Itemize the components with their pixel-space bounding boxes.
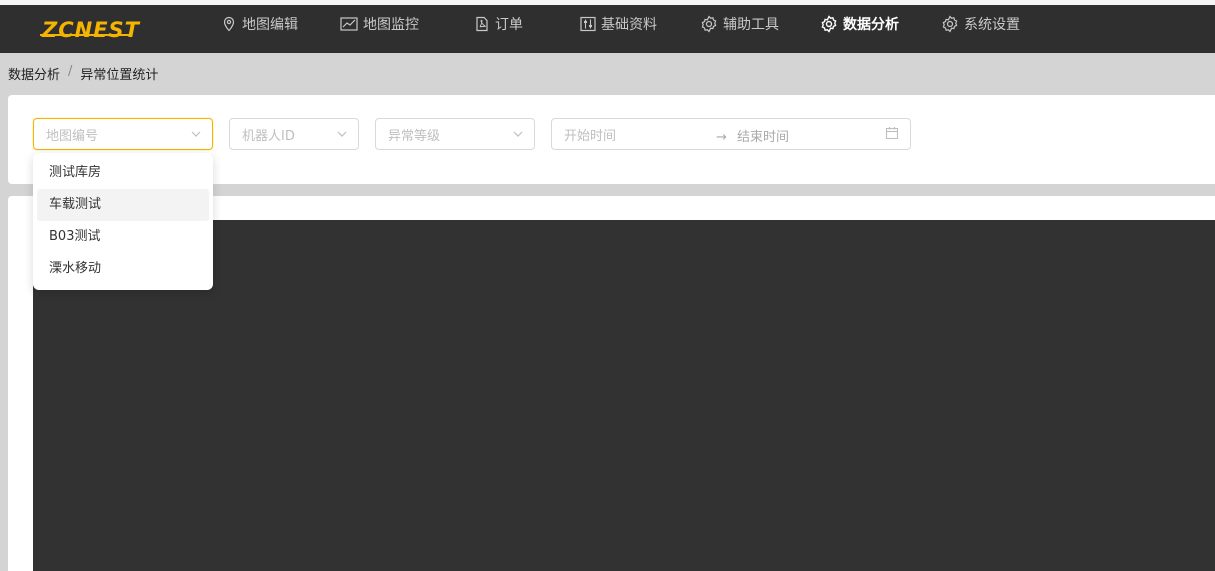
range-separator: → 结束时间 xyxy=(716,130,790,145)
document-icon xyxy=(474,16,490,32)
chart-line-icon xyxy=(340,16,358,32)
dropdown-option[interactable]: 溧水移动 xyxy=(37,253,209,285)
dropdown-option[interactable]: 车载测试 xyxy=(37,189,209,221)
chevron-down-icon xyxy=(336,128,348,144)
map-number-select[interactable]: 地图编号 xyxy=(33,118,213,150)
brand-logo[interactable]: ZCNEST xyxy=(42,18,140,42)
nav-item-map-edit[interactable]: 地图编辑 xyxy=(221,13,298,35)
anomaly-level-select[interactable]: 异常等级 xyxy=(375,118,535,150)
nav-label: 系统设置 xyxy=(964,17,1020,33)
logo-underline xyxy=(40,34,132,36)
sliders-icon xyxy=(580,16,596,32)
nav-item-orders[interactable]: 订单 xyxy=(474,13,523,35)
breadcrumb-current: 异常位置统计 xyxy=(80,68,159,83)
nav-item-map-monitor[interactable]: 地图监控 xyxy=(340,13,419,35)
chevron-down-icon xyxy=(512,128,524,144)
chevron-down-icon xyxy=(190,128,202,144)
nav-item-basic-data[interactable]: 基础资料 xyxy=(580,13,657,35)
select-placeholder: 地图编号 xyxy=(46,128,99,144)
nav-label: 地图编辑 xyxy=(242,17,298,33)
location-pin-icon xyxy=(221,16,237,32)
nav-label: 订单 xyxy=(495,17,523,33)
dropdown-option[interactable]: 测试库房 xyxy=(37,157,209,189)
end-time-input[interactable]: 结束时间 xyxy=(737,130,789,145)
select-placeholder: 机器人ID xyxy=(242,128,295,144)
calendar-icon[interactable] xyxy=(885,126,899,144)
nav-item-tools[interactable]: 辅助工具 xyxy=(700,13,779,35)
nav-label: 辅助工具 xyxy=(723,17,779,33)
nav-item-system-settings[interactable]: 系统设置 xyxy=(941,13,1020,35)
breadcrumb-separator: / xyxy=(68,64,73,79)
dropdown-option[interactable]: B03测试 xyxy=(37,221,209,253)
map-select-dropdown: 测试库房 车载测试 B03测试 溧水移动 xyxy=(33,153,213,290)
gear-icon xyxy=(941,15,959,33)
nav-label: 数据分析 xyxy=(843,17,899,33)
gear-icon xyxy=(820,15,838,33)
breadcrumb: 数据分析 / 异常位置统计 xyxy=(8,64,158,83)
gear-icon xyxy=(700,15,718,33)
nav-label: 基础资料 xyxy=(601,17,657,33)
nav-label: 地图监控 xyxy=(363,17,419,33)
breadcrumb-parent[interactable]: 数据分析 xyxy=(8,64,60,83)
robot-id-select[interactable]: 机器人ID xyxy=(229,118,359,150)
start-time-input[interactable]: 开始时间 xyxy=(564,125,616,144)
select-placeholder: 异常等级 xyxy=(388,128,441,144)
nav-item-data-analysis[interactable]: 数据分析 xyxy=(820,13,899,35)
